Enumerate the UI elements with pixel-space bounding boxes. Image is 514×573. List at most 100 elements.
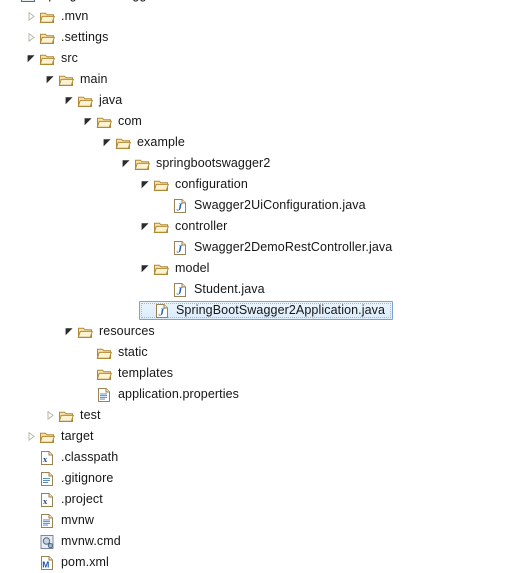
folder-icon	[115, 132, 133, 153]
tree-row[interactable]: J SpringBootSwagger2Application.java	[0, 300, 514, 321]
java-file-icon: J	[172, 279, 190, 300]
tree-row-label: Student.java	[194, 282, 265, 296]
java-file-icon: J	[154, 300, 172, 321]
expand-arrow-expanded-icon[interactable]	[44, 69, 58, 90]
expand-arrow-expanded-icon[interactable]	[139, 174, 153, 195]
expand-arrow-collapsed-icon[interactable]	[25, 6, 39, 27]
expand-arrow-expanded-icon[interactable]	[25, 48, 39, 69]
tree-row-label: mvnw.cmd	[61, 534, 121, 548]
expand-arrow-expanded-icon[interactable]	[120, 153, 134, 174]
tree-row-label: .gitignore	[61, 471, 114, 485]
tree-row[interactable]: target	[0, 426, 514, 447]
expand-arrow-placeholder	[158, 237, 172, 258]
expand-arrow-placeholder	[25, 510, 39, 531]
folder-icon	[39, 426, 57, 447]
tree-row[interactable]: configuration	[0, 174, 514, 195]
folder-icon	[77, 90, 95, 111]
expand-arrow-collapsed-icon[interactable]	[44, 405, 58, 426]
tree-row[interactable]: mvnw.cmd	[0, 531, 514, 552]
tree-row[interactable]: .settings	[0, 27, 514, 48]
expand-arrow-placeholder	[82, 384, 96, 405]
expand-arrow-placeholder	[82, 363, 96, 384]
tree-row-label: Swagger2DemoRestController.java	[194, 240, 393, 254]
tree-row[interactable]: com	[0, 111, 514, 132]
tree-row-label: pom.xml	[61, 555, 109, 569]
expand-arrow-placeholder	[82, 342, 96, 363]
tree-row[interactable]: java	[0, 90, 514, 111]
tree-row[interactable]: application.properties	[0, 384, 514, 405]
folder-icon	[39, 6, 57, 27]
tree-row-label: springbootswagger2	[156, 156, 271, 170]
expand-arrow-placeholder	[25, 552, 39, 573]
tree-row-label: resources	[99, 324, 155, 338]
tree-row[interactable]: src	[0, 48, 514, 69]
tree-row-label: com	[118, 114, 142, 128]
tree-row[interactable]: Mpom.xml	[0, 552, 514, 573]
tree-row[interactable]: x .classpath	[0, 447, 514, 468]
tree-row[interactable]: mvnw	[0, 510, 514, 531]
tree-row[interactable]: J Swagger2DemoRestController.java	[0, 237, 514, 258]
tree-row[interactable]: main	[0, 69, 514, 90]
folder-icon	[96, 111, 114, 132]
svg-text:J: J	[176, 201, 183, 213]
tree-row-label: Swagger2UiConfiguration.java	[194, 198, 366, 212]
expand-arrow-expanded-icon[interactable]	[82, 111, 96, 132]
tree-row[interactable]: springbootswagger2	[0, 153, 514, 174]
folder-icon	[77, 321, 95, 342]
expand-arrow-expanded-icon[interactable]	[139, 216, 153, 237]
expand-arrow-placeholder	[158, 195, 172, 216]
tree-row-label: .settings	[61, 30, 109, 44]
tree-row[interactable]: templates	[0, 363, 514, 384]
tree-row[interactable]: J Student.java	[0, 279, 514, 300]
tree-row[interactable]: .mvn	[0, 6, 514, 27]
tree-row-label: target	[61, 429, 94, 443]
tree-row[interactable]: .gitignore	[0, 468, 514, 489]
xml-file-icon: x	[39, 489, 57, 510]
expand-arrow-expanded-icon[interactable]	[63, 90, 77, 111]
tree-row[interactable]: resources	[0, 321, 514, 342]
tree-row-label: SpringBootSwagger2Application.java	[176, 303, 386, 317]
project-explorer-tree[interactable]: Mspring-boot-swagger2.mvn.settingssrcmai…	[0, 0, 514, 570]
tree-row-selection-box[interactable]: J SpringBootSwagger2Application.java	[139, 300, 394, 321]
tree-row[interactable]: controller	[0, 216, 514, 237]
tree-row[interactable]: example	[0, 132, 514, 153]
expand-arrow-expanded-icon[interactable]	[139, 258, 153, 279]
folder-icon	[134, 153, 152, 174]
tree-row-label: .mvn	[61, 9, 89, 23]
script-file-icon	[39, 531, 57, 552]
expand-arrow-expanded-icon[interactable]	[63, 321, 77, 342]
tree-row-label: controller	[175, 219, 228, 233]
expand-arrow-collapsed-icon[interactable]	[25, 27, 39, 48]
tree-row[interactable]: J Swagger2UiConfiguration.java	[0, 195, 514, 216]
text-file-icon	[39, 468, 57, 489]
tree-row-label: mvnw	[61, 513, 95, 527]
expand-arrow-collapsed-icon[interactable]	[25, 426, 39, 447]
tree-row-label: application.properties	[118, 387, 240, 401]
folder-icon	[96, 363, 114, 384]
tree-row[interactable]: model	[0, 258, 514, 279]
expand-arrow-expanded-icon[interactable]	[101, 132, 115, 153]
tree-row-label: templates	[118, 366, 174, 380]
tree-row[interactable]: x .project	[0, 489, 514, 510]
folder-icon	[39, 27, 57, 48]
expand-arrow-placeholder	[25, 489, 39, 510]
xml-file-icon: x	[39, 447, 57, 468]
tree-row-label: model	[175, 261, 210, 275]
tree-row-label: .project	[61, 492, 103, 506]
expand-arrow-placeholder	[25, 468, 39, 489]
tree-row[interactable]: static	[0, 342, 514, 363]
folder-icon	[153, 216, 171, 237]
tree-row[interactable]: test	[0, 405, 514, 426]
